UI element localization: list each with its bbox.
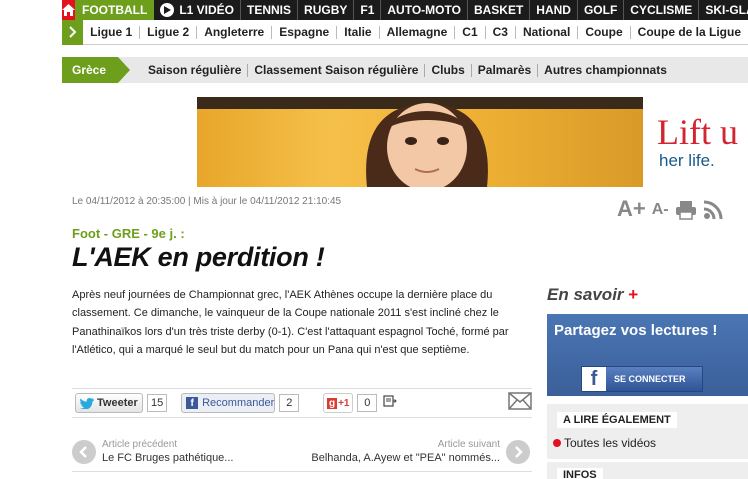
tweet-button[interactable]: Tweeter [75,393,143,413]
en-savoir-label: En savoir [547,285,624,304]
prev-article-arrow-icon[interactable] [72,440,96,464]
section-palmares[interactable]: Palmarès [472,63,539,77]
next-article-label: Article suivant [437,439,500,450]
section-nav: Grèce Saison régulière Classement Saison… [62,57,748,83]
rss-icon[interactable] [703,200,725,220]
sport-auto-moto[interactable]: AUTO-MOTO [381,0,468,20]
league-angleterre[interactable]: Angleterre [197,25,273,39]
font-decrease-button[interactable]: A- [652,200,669,220]
home-icon [62,4,75,16]
ad-banner[interactable]: Lift u her life. [197,97,748,187]
facebook-box-title: Partagez vos lectures ! [554,322,718,339]
a-lire-heading: A LIRE ÉGALEMENT [557,412,677,428]
article-navigation: Article précédent Le FC Bruges pathétiqu… [72,432,532,472]
google-plus-button[interactable]: g +1 [323,393,354,413]
facebook-recommend-label: Recommander [202,397,275,409]
toutes-les-videos-link[interactable]: Toutes les vidéos [553,436,656,450]
sport-hand[interactable]: HAND [530,0,578,20]
sport-basket[interactable]: BASKET [468,0,531,20]
sport-tennis[interactable]: TENNIS [241,0,299,20]
infos-box: INFOS [547,462,748,479]
sport-golf[interactable]: GOLF [578,0,625,20]
google-plus-icon: g [326,397,338,409]
article-dateline: Le 04/11/2012 à 20:35:00 | Mis à jour le… [72,196,342,207]
league-espagne[interactable]: Espagne [272,25,338,39]
league-c1[interactable]: C1 [455,25,486,39]
sport-f1[interactable]: F1 [354,0,382,20]
play-icon [160,3,175,17]
facebook-logo-icon: f [582,367,606,391]
share-icon[interactable] [383,394,397,412]
facebook-icon: f [186,397,199,409]
section-clubs[interactable]: Clubs [425,63,472,77]
google-plus-count: 0 [357,394,378,412]
plus-icon: + [628,285,639,304]
sport-cyclisme[interactable]: CYCLISME [624,0,700,20]
ad-headline: Lift u [657,112,738,152]
ad-subline: her life. [659,151,715,170]
tweet-label: Tweeter [97,397,138,409]
print-icon[interactable] [675,200,697,220]
facebook-count: 2 [279,394,300,412]
a-lire-egalement-box: A LIRE ÉGALEMENT Toutes les vidéos [547,404,748,459]
twitter-icon [80,397,94,409]
bullet-icon [553,439,561,447]
league-allemagne[interactable]: Allemagne [380,25,456,39]
article-kicker[interactable]: Foot - GRE - 9e j. : [72,226,185,241]
sport-l1-video[interactable]: L1 VIDÉO [154,0,242,20]
en-savoir-plus-heading: En savoir + [547,285,638,305]
ad-girl-image [366,103,488,187]
toutes-les-videos-label: Toutes les vidéos [564,436,657,450]
facebook-connect-button[interactable]: f SE CONNECTER [581,366,703,392]
league-coupe[interactable]: Coupe [578,25,631,39]
article-lead: Après neuf journées de Championnat grec,… [72,289,509,356]
next-article-link[interactable]: Belhanda, A.Ayew et "PEA" nommés... [311,452,500,464]
facebook-recommend-button[interactable]: f Recommander [181,393,276,413]
prev-article-link[interactable]: Le FC Bruges pathétique... [102,452,233,464]
tweet-count: 15 [147,394,168,412]
font-increase-button[interactable]: A+ [617,198,646,220]
section-autres-championnats[interactable]: Autres championnats [538,63,673,77]
league-italie[interactable]: Italie [337,25,380,39]
article-tools: A+ A- [617,198,725,220]
google-plus-label: +1 [338,397,350,409]
league-ligue-1[interactable]: Ligue 1 [83,25,141,39]
chevron-right-icon [62,19,84,45]
sports-nav: FOOTBALL L1 VIDÉO TENNIS RUGBY F1 AUTO-M… [62,0,748,20]
league-c3[interactable]: C3 [486,25,516,39]
article-title: L'AEK en perdition ! [72,242,325,272]
section-saison-reguliere[interactable]: Saison régulière [142,63,249,77]
league-nav: Ligue 1 Ligue 2 Angleterre Espagne Itali… [62,19,748,45]
league-ligue-2[interactable]: Ligue 2 [140,25,198,39]
sport-l1-video-label: L1 VIDÉO [179,3,235,17]
section-tag[interactable]: Grèce [62,57,130,83]
home-button[interactable] [62,0,75,20]
facebook-share-box: Partagez vos lectures ! f SE CONNECTER [547,314,748,396]
league-coupe-de-la-ligue[interactable]: Coupe de la Ligue [631,25,748,39]
sport-rugby[interactable]: RUGBY [298,0,355,20]
league-national[interactable]: National [516,25,579,39]
prev-article-label: Article précédent [102,439,178,450]
sport-football[interactable]: FOOTBALL [75,0,155,20]
email-icon[interactable] [508,391,532,415]
next-article-arrow-icon[interactable] [506,440,530,464]
sport-ski[interactable]: SKI-GLAC [699,0,748,20]
social-bar: Tweeter 15 f Recommander 2 g +1 0 [72,388,532,418]
section-classement[interactable]: Classement Saison régulière [248,63,426,77]
facebook-connect-label: SE CONNECTER [614,374,686,384]
infos-heading: INFOS [557,468,603,479]
